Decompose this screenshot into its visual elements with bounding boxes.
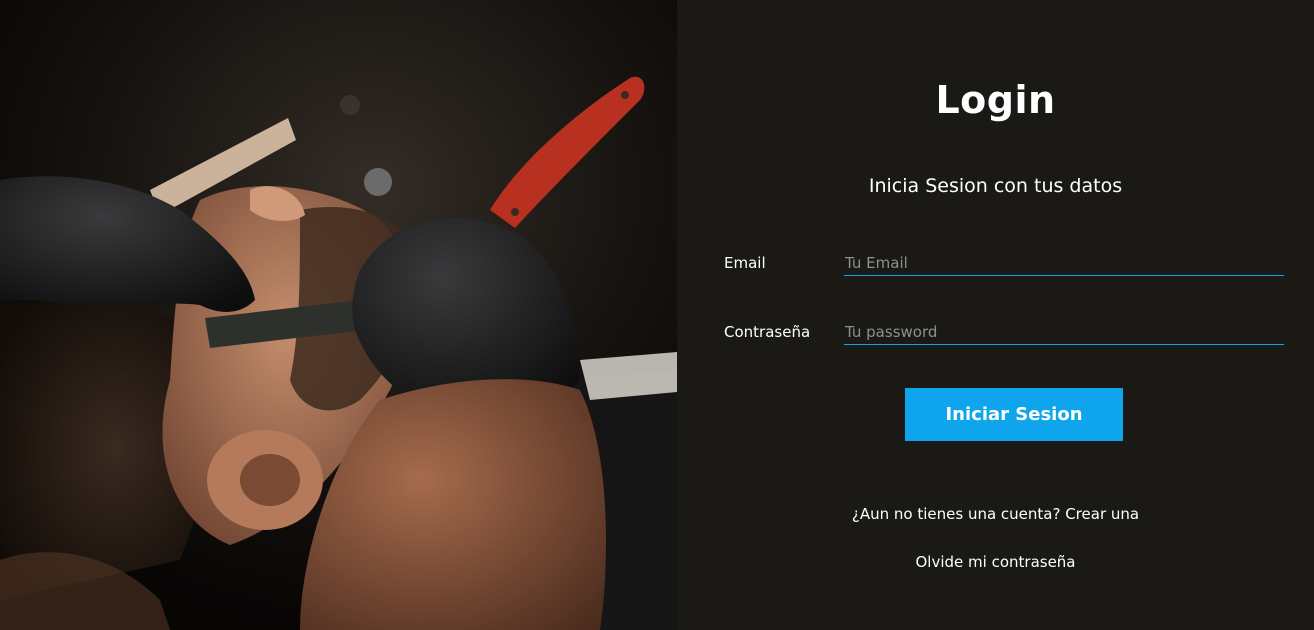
create-account-link[interactable]: ¿Aun no tienes una cuenta? Crear una bbox=[677, 505, 1314, 523]
email-row: Email bbox=[724, 250, 1284, 280]
password-field[interactable] bbox=[844, 319, 1284, 345]
barber-shave-photo bbox=[0, 0, 677, 630]
page-title: Login bbox=[935, 78, 1056, 122]
login-subtitle: Inicia Sesion con tus datos bbox=[868, 175, 1123, 197]
forgot-password-link[interactable]: Olvide mi contraseña bbox=[677, 553, 1314, 571]
password-row: Contraseña bbox=[724, 319, 1284, 349]
login-button[interactable]: Iniciar Sesion bbox=[905, 388, 1123, 441]
email-label: Email bbox=[724, 254, 766, 272]
password-label: Contraseña bbox=[724, 323, 811, 341]
login-page: Login Inicia Sesion con tus datos Email … bbox=[0, 0, 1314, 630]
login-panel: Login Inicia Sesion con tus datos Email … bbox=[677, 0, 1314, 630]
barber-shave-illustration bbox=[0, 0, 677, 630]
email-field[interactable] bbox=[844, 250, 1284, 276]
